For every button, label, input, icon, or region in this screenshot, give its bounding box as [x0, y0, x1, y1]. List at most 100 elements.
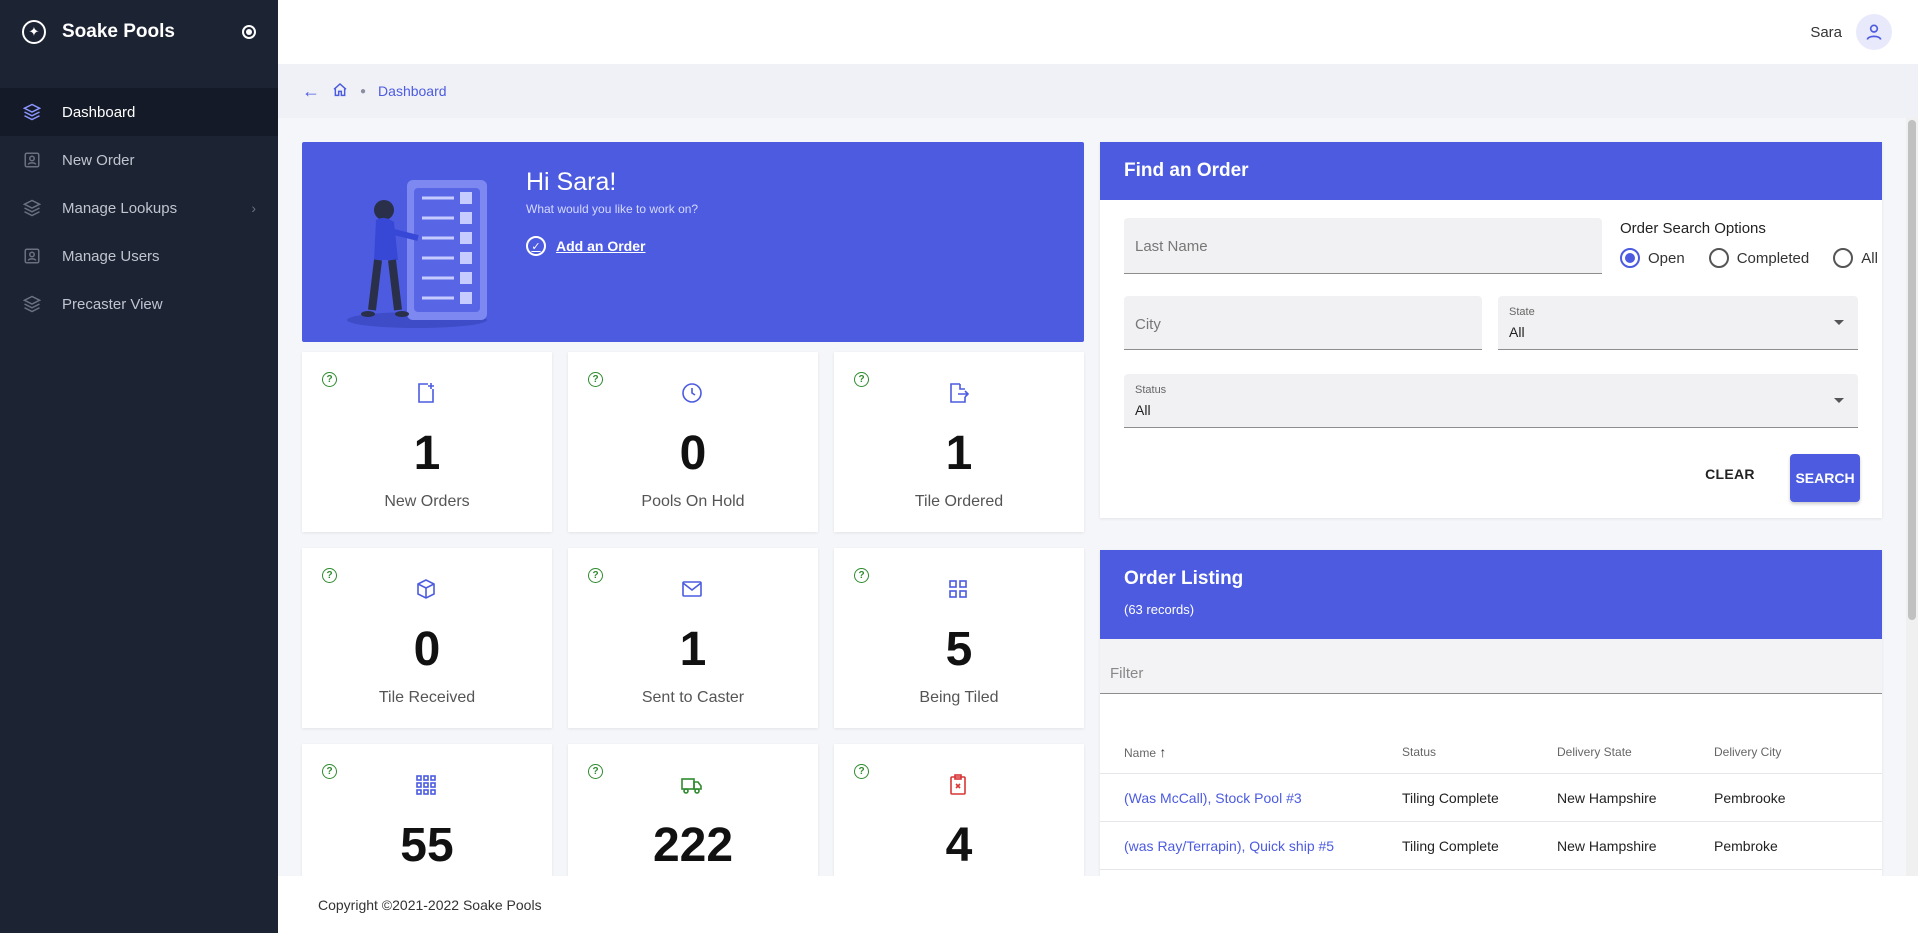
sidebar-item-label: Precaster View: [62, 295, 163, 313]
home-icon[interactable]: [332, 82, 348, 101]
help-icon[interactable]: ?: [588, 568, 603, 583]
order-listing-panel: Order Listing (63 records) Filter Name ↑…: [1100, 550, 1882, 876]
stat-card[interactable]: ? 1 Tile Ordered: [834, 352, 1084, 532]
app-name: Soake Pools: [62, 21, 175, 42]
stat-label: Being Tiled: [919, 689, 999, 706]
brand: ✦ Soake Pools: [0, 0, 278, 64]
table-cell: Tiling Complete: [1402, 837, 1499, 854]
status-select[interactable]: Status All: [1124, 374, 1858, 428]
table-cell: Pembrooke: [1714, 789, 1786, 806]
top-bar: Sara: [278, 0, 1918, 64]
stat-value: 0: [413, 623, 441, 676]
check-circle-icon: ✓: [526, 236, 546, 256]
city-placeholder: City: [1135, 316, 1161, 333]
help-icon[interactable]: ?: [854, 568, 869, 583]
search-button[interactable]: SEARCH: [1790, 454, 1860, 502]
sidebar-item-manage-lookups[interactable]: Manage Lookups ›: [0, 184, 278, 232]
layers-icon: [22, 198, 42, 218]
stat-value: 0: [679, 427, 707, 480]
contact-card-icon: [22, 150, 42, 170]
order-search-options: Open Completed All: [1620, 248, 1892, 268]
stat-card[interactable]: ? 0 Pools On Hold: [568, 352, 818, 532]
stat-label: Sent to Caster: [641, 689, 745, 706]
avatar[interactable]: [1856, 14, 1892, 50]
sidebar-item-manage-users[interactable]: Manage Users: [0, 232, 278, 280]
order-search-options-title: Order Search Options: [1620, 220, 1766, 237]
tile-grid-icon: [945, 576, 971, 602]
stat-card[interactable]: ? 1 Sent to Caster: [568, 548, 818, 728]
stat-value: 5: [945, 623, 973, 676]
help-icon[interactable]: ?: [322, 372, 337, 387]
checklist-illustration: [347, 180, 487, 328]
column-header-status[interactable]: Status: [1402, 745, 1557, 759]
radio-button[interactable]: [1620, 248, 1640, 268]
stat-label: Tile Ordered: [914, 493, 1004, 510]
layers-icon: [22, 294, 42, 314]
last-name-field[interactable]: Last Name: [1124, 218, 1602, 274]
welcome-banner: Hi Sara! What would you like to work on?…: [302, 142, 1084, 342]
order-listing-title: Order Listing: [1124, 568, 1244, 589]
radio-button[interactable]: [1708, 248, 1729, 268]
chevron-right-icon: ›: [251, 200, 256, 216]
logo-icon: ✦: [22, 20, 46, 44]
breadcrumb-current[interactable]: Dashboard: [378, 83, 447, 99]
help-icon[interactable]: ?: [322, 568, 337, 583]
stat-card[interactable]: ? 5 Being Tiled: [834, 548, 1084, 728]
table-row[interactable]: (Was McCall), Stock Pool #3 Tiling Comple…: [1100, 774, 1882, 822]
dropdown-caret-icon: [1834, 320, 1844, 325]
table-cell: New Hampshire: [1557, 837, 1657, 854]
help-icon[interactable]: ?: [322, 764, 337, 779]
help-icon[interactable]: ?: [854, 764, 869, 779]
stat-card[interactable]: ? 0 Tile Received: [302, 548, 552, 728]
order-name-link[interactable]: (Was McCall), Stock Pool #3: [1100, 790, 1402, 806]
radio-label: Open: [1648, 249, 1685, 267]
radio-label: All: [1861, 249, 1878, 267]
table-cell: Pembroke: [1714, 837, 1778, 854]
sidebar: ✦ Soake Pools Dashboard New Order Manage…: [0, 0, 278, 933]
radio-open[interactable]: Open: [1620, 248, 1685, 268]
help-icon[interactable]: ?: [854, 372, 869, 387]
stat-value: 1: [945, 427, 973, 480]
clear-button[interactable]: CLEAR: [1698, 456, 1762, 492]
filter-input[interactable]: Filter: [1100, 639, 1882, 694]
file-export-icon: [945, 380, 971, 406]
radio-all[interactable]: All: [1833, 248, 1878, 268]
stat-card[interactable]: ? 1 New Orders: [302, 352, 552, 532]
dropdown-caret-icon: [1834, 398, 1844, 403]
sidebar-item-label: Dashboard: [62, 103, 136, 121]
copyright-text: Copyright ©2021-2022 Soake Pools: [318, 896, 542, 913]
breadcrumb: ← ● Dashboard: [302, 80, 447, 102]
sidebar-item-precaster-view[interactable]: Precaster View: [0, 280, 278, 328]
scrollbar-thumb[interactable]: [1908, 120, 1916, 620]
layers-icon: [22, 102, 42, 122]
order-name-link[interactable]: (was Ray/Terrapin), Quick ship #5: [1100, 838, 1402, 854]
greeting-subtitle: What would you like to work on?: [526, 202, 699, 216]
column-header-name[interactable]: Name ↑: [1100, 744, 1402, 760]
state-value: All: [1509, 324, 1525, 340]
column-header-delivery-state[interactable]: Delivery State: [1557, 745, 1714, 759]
sidebar-item-dashboard[interactable]: Dashboard: [0, 88, 278, 136]
clipboard-x-icon: [945, 772, 971, 798]
sidebar-item-label: New Order: [62, 151, 135, 169]
sidebar-item-new-order[interactable]: New Order: [0, 136, 278, 184]
truck-icon: [679, 772, 705, 798]
help-icon[interactable]: ?: [588, 764, 603, 779]
city-field[interactable]: City: [1124, 296, 1482, 350]
radio-button[interactable]: [1833, 248, 1854, 268]
help-icon[interactable]: ?: [588, 372, 603, 387]
column-header-delivery-city[interactable]: Delivery City: [1714, 745, 1882, 759]
radio-completed[interactable]: Completed: [1708, 248, 1810, 268]
add-order-link[interactable]: ✓ Add an Order: [526, 236, 645, 256]
status-value: All: [1135, 402, 1151, 418]
table-header: Name ↑ Status Delivery State Delivery Ci…: [1100, 730, 1882, 774]
find-order-panel: Find an Order Last Name Order Search Opt…: [1100, 142, 1882, 518]
table-cell: Tiling Complete: [1402, 789, 1499, 806]
radio-label: Completed: [1736, 249, 1810, 267]
back-arrow-icon[interactable]: ←: [302, 81, 320, 102]
stat-label: Tile Received: [378, 689, 476, 706]
sidebar-pin-toggle[interactable]: [242, 25, 256, 39]
table-row[interactable]: (was Ray/Terrapin), Quick ship #5 Tiling …: [1100, 822, 1882, 870]
grid-icon: [413, 772, 439, 798]
state-select[interactable]: State All: [1498, 296, 1858, 350]
stat-value: 1: [679, 623, 707, 676]
